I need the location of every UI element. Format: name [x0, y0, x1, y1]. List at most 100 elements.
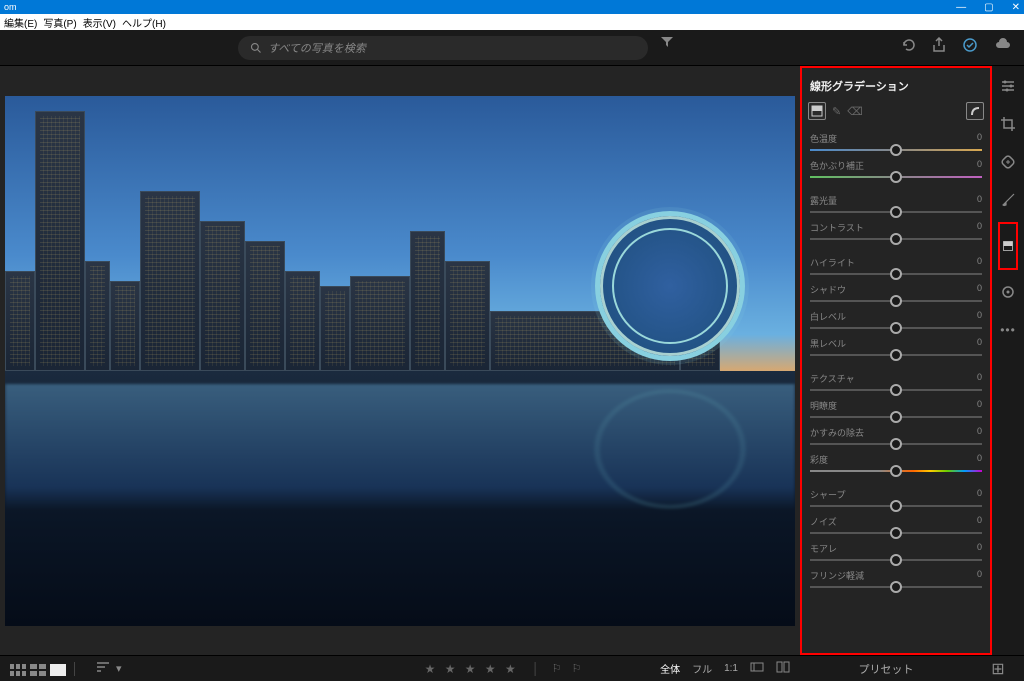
slider-label: シャープ	[810, 488, 845, 501]
slider-label: かすみの除去	[810, 426, 864, 439]
slider-track[interactable]	[810, 149, 982, 151]
slider-value[interactable]: 0	[977, 569, 982, 582]
slider-value[interactable]: 0	[977, 310, 982, 323]
slider-track[interactable]	[810, 327, 982, 329]
slider-value[interactable]: 0	[977, 194, 982, 207]
share-icon[interactable]	[932, 37, 946, 58]
slider-track[interactable]	[810, 559, 982, 561]
maximize-button[interactable]: ▢	[984, 2, 993, 13]
slider-track[interactable]	[810, 416, 982, 418]
slider-thumb[interactable]	[890, 233, 902, 245]
single-view-icon[interactable]	[50, 663, 66, 675]
grid-view-large-icon[interactable]	[30, 663, 46, 675]
brush-mask-icon[interactable]: ✎	[832, 105, 841, 118]
view-mode-switcher	[10, 663, 66, 675]
slider-thumb[interactable]	[890, 411, 902, 423]
slider-track[interactable]	[810, 505, 982, 507]
slider-value[interactable]: 0	[977, 426, 982, 439]
preset-button[interactable]: プリセット	[790, 657, 982, 681]
undo-icon[interactable]	[900, 37, 916, 58]
radial-gradient-tool-icon[interactable]	[998, 282, 1018, 302]
slider-label: 明瞭度	[810, 399, 837, 412]
slider-track[interactable]	[810, 273, 982, 275]
slider-value[interactable]: 0	[977, 283, 982, 296]
mask-new-icon[interactable]	[808, 102, 826, 120]
zoom-fit[interactable]: 全体	[660, 661, 680, 676]
slider-track[interactable]	[810, 176, 982, 178]
slider-value[interactable]: 0	[977, 372, 982, 385]
slider-thumb[interactable]	[890, 144, 902, 156]
flag-pick-icon[interactable]: ⚐	[552, 662, 564, 675]
slider-thumb[interactable]	[890, 171, 902, 183]
slider-track[interactable]	[810, 211, 982, 213]
slider-thumb[interactable]	[890, 500, 902, 512]
cloud-icon[interactable]	[994, 37, 1012, 58]
main-area: 線形グラデーション ✎ ⌫ 色温度0色かぶり補正0露光量0コントラスト0ハイライ…	[0, 66, 1024, 655]
slider-thumb[interactable]	[890, 384, 902, 396]
slider-track[interactable]	[810, 300, 982, 302]
search-input[interactable]: すべての写真を検索	[238, 36, 648, 60]
panel-tool-row: ✎ ⌫	[808, 100, 984, 128]
divider	[535, 662, 536, 676]
slider-thumb[interactable]	[890, 554, 902, 566]
slider-row: 色温度 0	[808, 128, 984, 151]
slider-thumb[interactable]	[890, 438, 902, 450]
slider-value[interactable]: 0	[977, 488, 982, 501]
crop-icon[interactable]	[998, 114, 1018, 134]
menu-edit[interactable]: 編集(E)	[4, 15, 37, 30]
compare-toggle-icon[interactable]	[776, 660, 790, 677]
slider-thumb[interactable]	[890, 527, 902, 539]
slider-row: 色かぶり補正0	[808, 155, 984, 178]
zoom-1to1[interactable]: 1:1	[724, 663, 738, 674]
bottom-bar: ▾ ★ ★ ★ ★ ★ ⚐ ⚐ 全体 フル 1:1 プリセット ⊞	[0, 655, 1024, 681]
slider-track[interactable]	[810, 238, 982, 240]
slider-value[interactable]: 0	[977, 256, 982, 269]
filmstrip-toggle-icon[interactable]	[750, 660, 764, 677]
slider-track[interactable]	[810, 354, 982, 356]
sort-button[interactable]: ▾	[97, 662, 122, 675]
filter-icon[interactable]	[660, 36, 674, 60]
slider-thumb[interactable]	[890, 349, 902, 361]
grid-view-small-icon[interactable]	[10, 663, 26, 675]
slider-label: 色温度	[810, 132, 837, 145]
slider-track[interactable]	[810, 389, 982, 391]
slider-track[interactable]	[810, 586, 982, 588]
linear-gradient-tool-icon[interactable]	[998, 222, 1018, 270]
zoom-fill[interactable]: フル	[692, 661, 712, 676]
slider-value[interactable]: 0	[977, 515, 982, 528]
menu-help[interactable]: ヘルプ(H)	[122, 15, 166, 30]
slider-value[interactable]: 0	[977, 159, 982, 172]
slider-track[interactable]	[810, 470, 982, 472]
healing-icon[interactable]	[998, 152, 1018, 172]
more-icon[interactable]: •••	[998, 320, 1018, 340]
menu-view[interactable]: 表示(V)	[83, 15, 116, 30]
invert-mask-icon[interactable]	[966, 102, 984, 120]
edit-sliders-icon[interactable]	[998, 76, 1018, 96]
rating-area: ★ ★ ★ ★ ★ ⚐ ⚐	[425, 662, 584, 676]
slider-thumb[interactable]	[890, 295, 902, 307]
star-rating[interactable]: ★ ★ ★ ★ ★	[425, 662, 519, 676]
slider-value[interactable]: 0	[977, 337, 982, 350]
erase-mask-icon[interactable]: ⌫	[847, 105, 863, 118]
slider-thumb[interactable]	[890, 322, 902, 334]
slider-value[interactable]: 0	[977, 132, 982, 145]
close-button[interactable]: ✕	[1012, 2, 1020, 13]
slider-track[interactable]	[810, 532, 982, 534]
photo-canvas[interactable]	[0, 66, 800, 655]
slider-value[interactable]: 0	[977, 221, 982, 234]
slider-thumb[interactable]	[890, 581, 902, 593]
slider-thumb[interactable]	[890, 465, 902, 477]
flag-reject-icon[interactable]: ⚐	[572, 662, 584, 675]
top-toolbar: すべての写真を検索	[0, 30, 1024, 66]
sync-status-icon[interactable]	[962, 37, 978, 58]
minimize-button[interactable]: —	[956, 2, 966, 13]
slider-thumb[interactable]	[890, 268, 902, 280]
slider-value[interactable]: 0	[977, 542, 982, 555]
slider-value[interactable]: 0	[977, 399, 982, 412]
menu-photo[interactable]: 写真(P)	[43, 15, 76, 30]
slider-thumb[interactable]	[890, 206, 902, 218]
slider-track[interactable]	[810, 443, 982, 445]
slider-value[interactable]: 0	[977, 453, 982, 466]
panel-toggle-icon[interactable]: ⊞	[982, 659, 1014, 679]
brush-icon[interactable]	[998, 190, 1018, 210]
